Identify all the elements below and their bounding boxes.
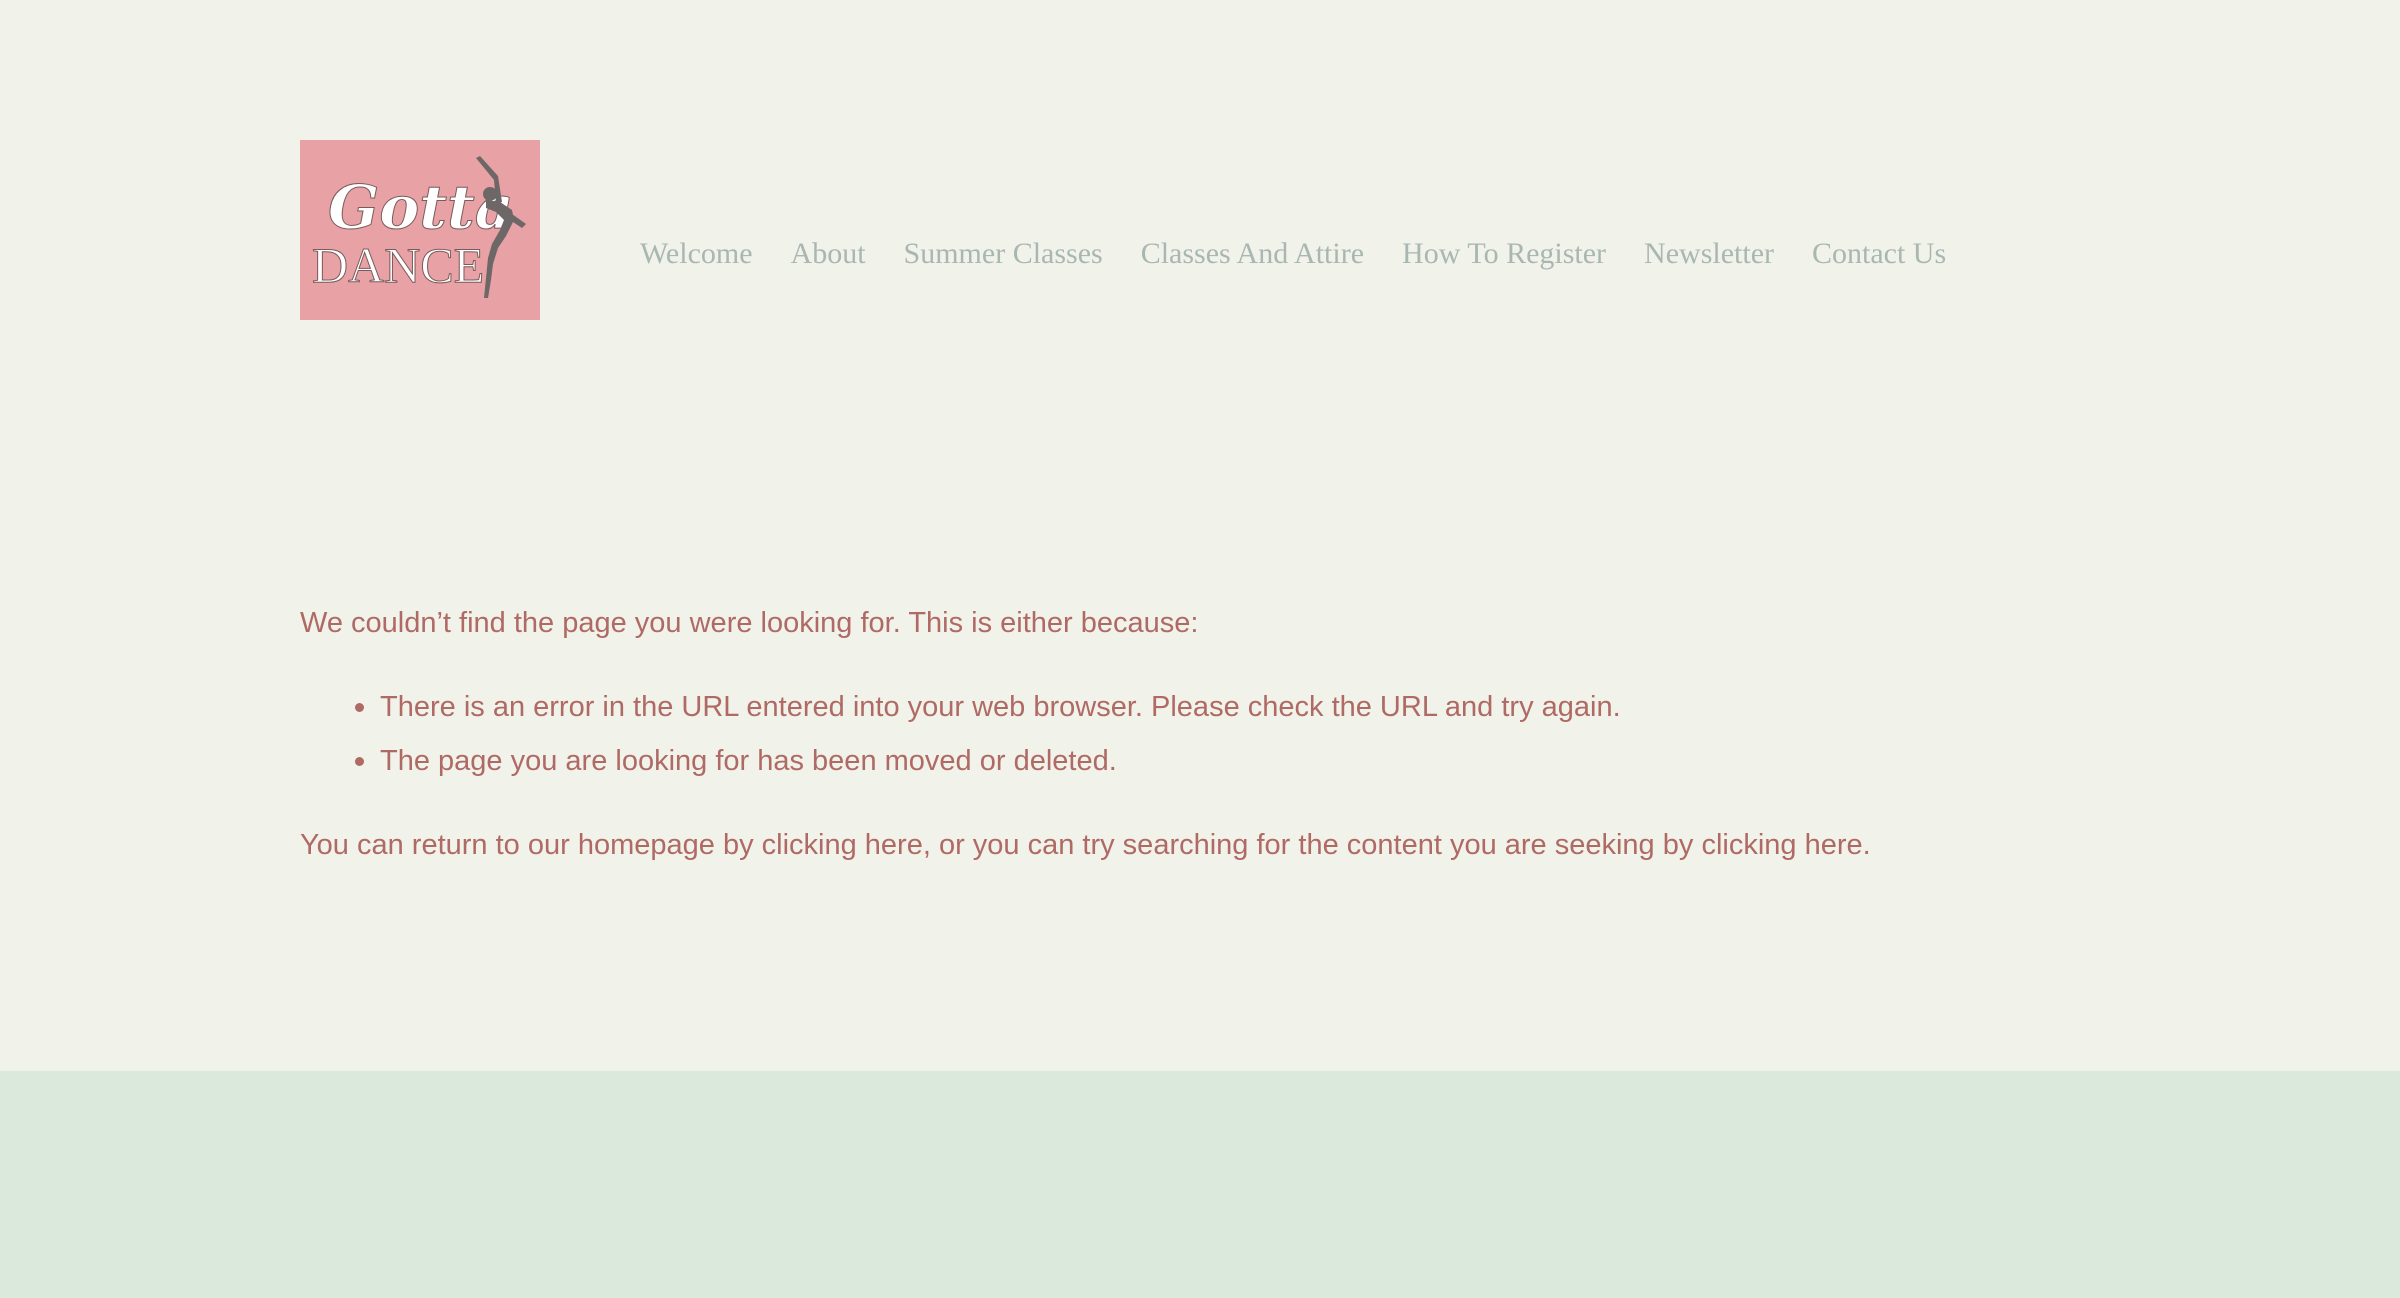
reason-item: The page you are looking for has been mo… xyxy=(355,734,2100,788)
site-header: Gotta DANCE Welcome About Summer Classes… xyxy=(300,140,2100,320)
return-middle: , or you can try searching for the conte… xyxy=(922,829,1702,861)
logo-line2: DANCE xyxy=(312,237,484,293)
main-nav: Welcome About Summer Classes Classes And… xyxy=(640,224,1946,284)
return-prefix: You can return to our homepage by xyxy=(300,829,762,861)
logo-line1: Gotta xyxy=(328,173,514,243)
return-paragraph: You can return to our homepage by clicki… xyxy=(300,818,2100,872)
nav-contact-us[interactable]: Contact Us xyxy=(1812,237,1946,271)
site-footer xyxy=(0,1071,2400,1298)
reason-item: There is an error in the URL entered int… xyxy=(355,680,2100,734)
site-logo[interactable]: Gotta DANCE xyxy=(300,140,540,320)
logo-graphic: Gotta DANCE xyxy=(312,156,526,298)
nav-how-to-register[interactable]: How To Register xyxy=(1402,237,1606,271)
nav-classes-and-attire[interactable]: Classes And Attire xyxy=(1141,237,1364,271)
nav-newsletter[interactable]: Newsletter xyxy=(1644,237,1774,271)
nav-about[interactable]: About xyxy=(791,237,866,271)
not-found-intro: We couldn’t find the page you were looki… xyxy=(300,607,1199,639)
return-suffix: . xyxy=(1862,829,1871,861)
reason-list: There is an error in the URL entered int… xyxy=(300,680,2100,788)
nav-summer-classes[interactable]: Summer Classes xyxy=(904,237,1103,271)
nav-welcome[interactable]: Welcome xyxy=(640,237,753,271)
not-found-content: We couldn’t find the page you were looki… xyxy=(300,596,2100,872)
homepage-link[interactable]: clicking here xyxy=(762,829,923,861)
search-link[interactable]: clicking here xyxy=(1701,829,1862,861)
